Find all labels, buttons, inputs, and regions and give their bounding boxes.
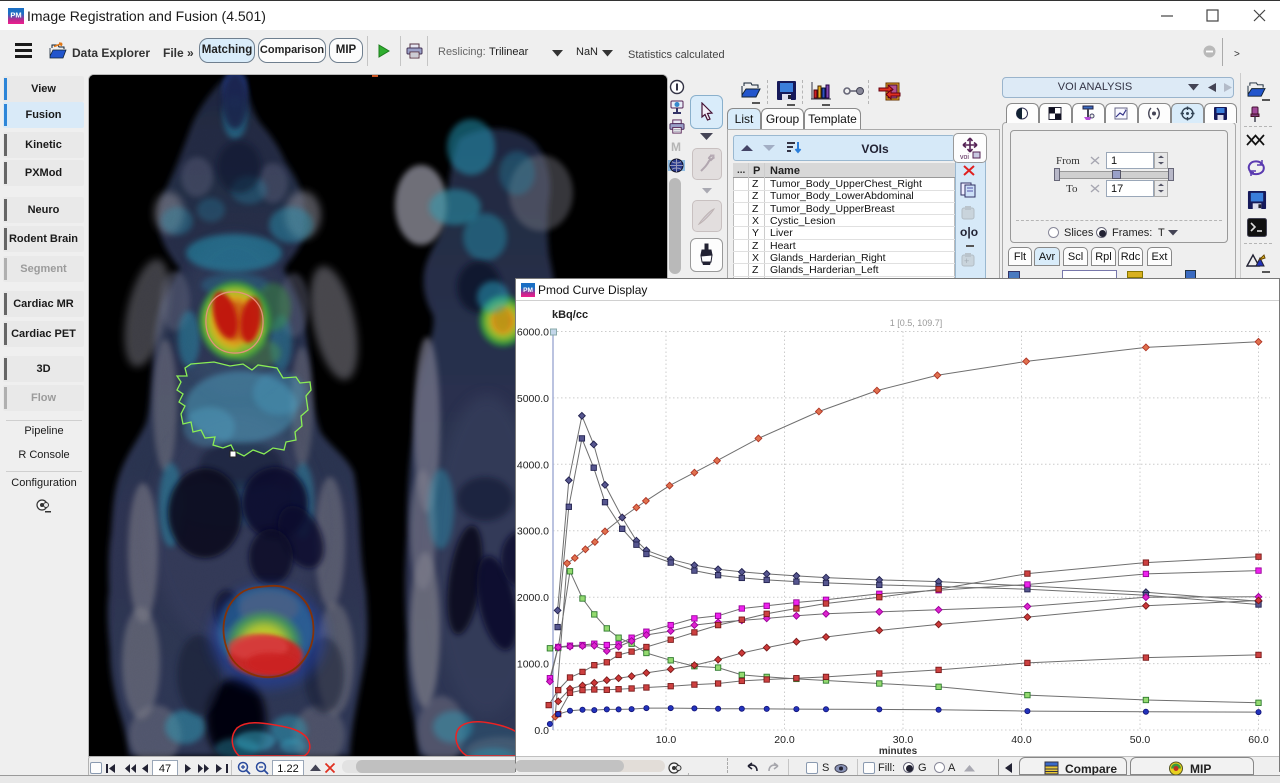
svg-text:3000.0: 3000.0	[517, 526, 549, 538]
svg-text:0.0: 0.0	[534, 725, 549, 737]
svg-text:kBq/cc: kBq/cc	[552, 309, 588, 321]
svg-text:PM: PM	[523, 287, 533, 294]
svg-text:+: +	[964, 256, 969, 266]
svg-text:10.0: 10.0	[656, 734, 677, 746]
svg-text:30.0: 30.0	[893, 734, 914, 746]
svg-text:40.0: 40.0	[1011, 734, 1032, 746]
svg-text:50.0: 50.0	[1130, 734, 1151, 746]
svg-text:5000.0: 5000.0	[517, 393, 549, 405]
svg-text:2000.0: 2000.0	[517, 592, 549, 604]
svg-text:4000.0: 4000.0	[517, 459, 549, 471]
svg-text:60.0: 60.0	[1248, 734, 1269, 746]
svg-text:minutes: minutes	[879, 746, 918, 754]
svg-text:1000.0: 1000.0	[517, 659, 549, 671]
svg-text:PM: PM	[10, 11, 21, 20]
svg-text:1 [0.5, 109.7]: 1 [0.5, 109.7]	[890, 318, 943, 328]
svg-text:voi: voi	[960, 154, 969, 161]
svg-text:6000.0: 6000.0	[517, 327, 549, 339]
svg-text:20.0: 20.0	[774, 734, 795, 746]
